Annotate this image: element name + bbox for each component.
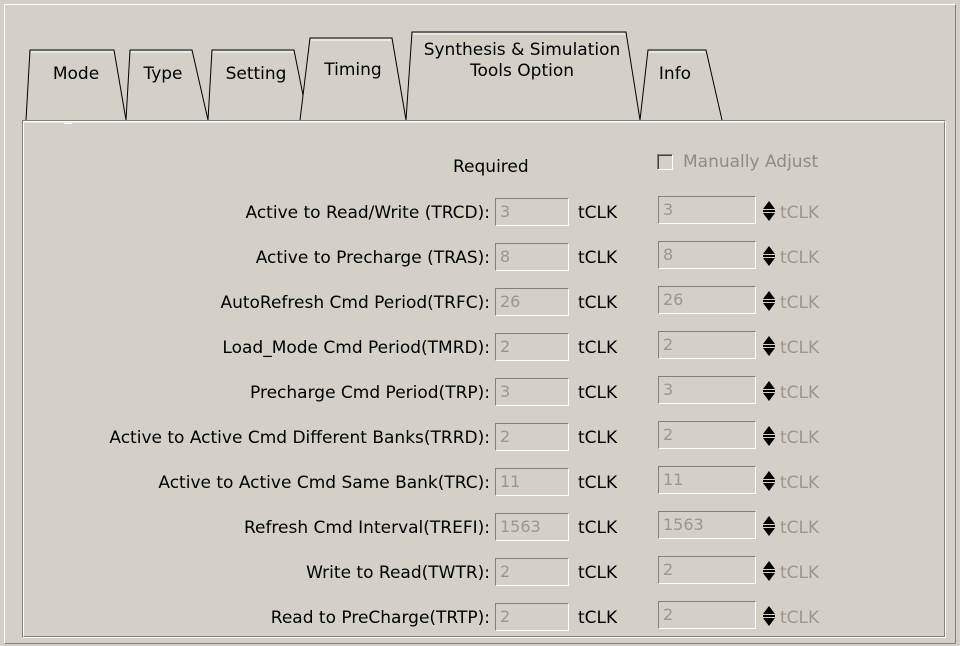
tab-type[interactable]: Type bbox=[132, 64, 194, 85]
panel-highlight bbox=[64, 123, 72, 124]
timing-row: Active to Precharge (TRAS): 8 tCLK 8 tCLK bbox=[0, 241, 960, 273]
timing-row-label: Active to Read/Write (TRCD): bbox=[245, 203, 491, 223]
required-value-field: 2 bbox=[495, 558, 569, 586]
timing-row: Active to Active Cmd Different Banks(TRR… bbox=[0, 421, 960, 453]
timing-row: Active to Active Cmd Same Bank(TRC): 11 tC… bbox=[0, 466, 960, 498]
adjust-unit-label: tCLK bbox=[780, 518, 820, 538]
timing-row-label: Load_Mode Cmd Period(TMRD): bbox=[222, 338, 490, 358]
timing-row-label: AutoRefresh Cmd Period(TRFC): bbox=[220, 293, 490, 313]
timing-row-label: Active to Active Cmd Same Bank(TRC): bbox=[158, 473, 490, 493]
tab-info[interactable]: Info bbox=[650, 64, 700, 85]
timing-row: Active to Read/Write (TRCD): 3 tCLK 3 tCLK bbox=[0, 196, 960, 228]
adjust-value-field[interactable]: 2 bbox=[658, 331, 756, 359]
tab-strip: Mode Type Setting Timing Synthesis & Sim… bbox=[0, 0, 960, 123]
adjust-value-field[interactable]: 2 bbox=[658, 601, 756, 629]
adjust-value-field[interactable]: 26 bbox=[658, 286, 756, 314]
required-unit-label: tCLK bbox=[578, 473, 618, 493]
required-value-field: 11 bbox=[495, 468, 569, 496]
manually-adjust-checkbox[interactable]: Manually Adjust bbox=[657, 152, 818, 172]
adjust-value-field[interactable]: 3 bbox=[658, 196, 756, 224]
adjust-value-field[interactable]: 8 bbox=[658, 241, 756, 269]
adjust-unit-label: tCLK bbox=[780, 563, 820, 583]
timing-row: Write to Read(TWTR): 2 tCLK 2 tCLK bbox=[0, 556, 960, 588]
required-unit-label: tCLK bbox=[578, 608, 618, 628]
tab-synthesis-line1: Synthesis & Simulation bbox=[423, 40, 621, 60]
timing-row: AutoRefresh Cmd Period(TRFC): 26 tCLK 26 tCL… bbox=[0, 286, 960, 318]
spin-up-down-icon[interactable] bbox=[762, 244, 776, 268]
spin-up-down-icon[interactable] bbox=[762, 424, 776, 448]
adjust-unit-label: tCLK bbox=[780, 203, 820, 223]
adjust-unit-label: tCLK bbox=[780, 338, 820, 358]
required-unit-label: tCLK bbox=[578, 203, 618, 223]
tab-synthesis-line2: Tools Option bbox=[469, 61, 575, 81]
tab-mode[interactable]: Mode bbox=[38, 64, 114, 85]
spin-up-down-icon[interactable] bbox=[762, 199, 776, 223]
required-value-field: 3 bbox=[495, 198, 569, 226]
spin-up-down-icon[interactable] bbox=[762, 334, 776, 358]
timing-row: Precharge Cmd Period(TRP): 3 tCLK 3 tCLK bbox=[0, 376, 960, 408]
required-value-field: 2 bbox=[495, 603, 569, 631]
adjust-unit-label: tCLK bbox=[780, 293, 820, 313]
adjust-unit-label: tCLK bbox=[780, 608, 820, 628]
tab-timing[interactable]: Timing bbox=[312, 60, 394, 81]
tab-synthesis-simulation[interactable]: Synthesis & Simulation Tools Option bbox=[416, 40, 628, 82]
timing-row-label: Write to Read(TWTR): bbox=[306, 563, 490, 583]
spin-up-down-icon[interactable] bbox=[762, 469, 776, 493]
required-value-field: 2 bbox=[495, 333, 569, 361]
required-value-field: 3 bbox=[495, 378, 569, 406]
adjust-unit-label: tCLK bbox=[780, 383, 820, 403]
required-value-field: 8 bbox=[495, 243, 569, 271]
adjust-unit-label: tCLK bbox=[780, 473, 820, 493]
required-value-field: 2 bbox=[495, 423, 569, 451]
adjust-value-field[interactable]: 11 bbox=[658, 466, 756, 494]
timing-row-label: Read to PreCharge(TRTP): bbox=[270, 608, 490, 628]
spin-up-down-icon[interactable] bbox=[762, 559, 776, 583]
timing-row: Read to PreCharge(TRTP): 2 tCLK 2 tCLK bbox=[0, 601, 960, 633]
timing-row: Refresh Cmd Interval(TREFI): 1563 tCLK 1563… bbox=[0, 511, 960, 543]
required-unit-label: tCLK bbox=[578, 338, 618, 358]
adjust-unit-label: tCLK bbox=[780, 428, 820, 448]
timing-row-label: Refresh Cmd Interval(TREFI): bbox=[243, 518, 490, 538]
timing-row-label: Active to Precharge (TRAS): bbox=[255, 248, 490, 268]
required-unit-label: tCLK bbox=[578, 428, 618, 448]
required-unit-label: tCLK bbox=[578, 563, 618, 583]
adjust-value-field[interactable]: 3 bbox=[658, 376, 756, 404]
adjust-unit-label: tCLK bbox=[780, 248, 820, 268]
spin-up-down-icon[interactable] bbox=[762, 514, 776, 538]
adjust-value-field[interactable]: 2 bbox=[658, 421, 756, 449]
spin-up-down-icon[interactable] bbox=[762, 379, 776, 403]
required-unit-label: tCLK bbox=[578, 383, 618, 403]
required-value-field: 1563 bbox=[495, 513, 569, 541]
spin-up-down-icon[interactable] bbox=[762, 604, 776, 628]
adjust-value-field[interactable]: 1563 bbox=[658, 511, 756, 539]
adjust-value-field[interactable]: 2 bbox=[658, 556, 756, 584]
required-header: Required bbox=[453, 157, 529, 177]
required-unit-label: tCLK bbox=[578, 293, 618, 313]
timing-row-label: Precharge Cmd Period(TRP): bbox=[250, 383, 490, 403]
timing-row-label: Active to Active Cmd Different Banks(TRR… bbox=[109, 428, 490, 448]
spin-up-down-icon[interactable] bbox=[762, 289, 776, 313]
checkbox-unchecked-icon bbox=[657, 154, 673, 170]
required-unit-label: tCLK bbox=[578, 248, 618, 268]
required-unit-label: tCLK bbox=[578, 518, 618, 538]
manually-adjust-label: Manually Adjust bbox=[683, 152, 819, 172]
tab-setting[interactable]: Setting bbox=[214, 64, 298, 85]
timing-row: Load_Mode Cmd Period(TMRD): 2 tCLK 2 tCLK bbox=[0, 331, 960, 363]
required-value-field: 26 bbox=[495, 288, 569, 316]
